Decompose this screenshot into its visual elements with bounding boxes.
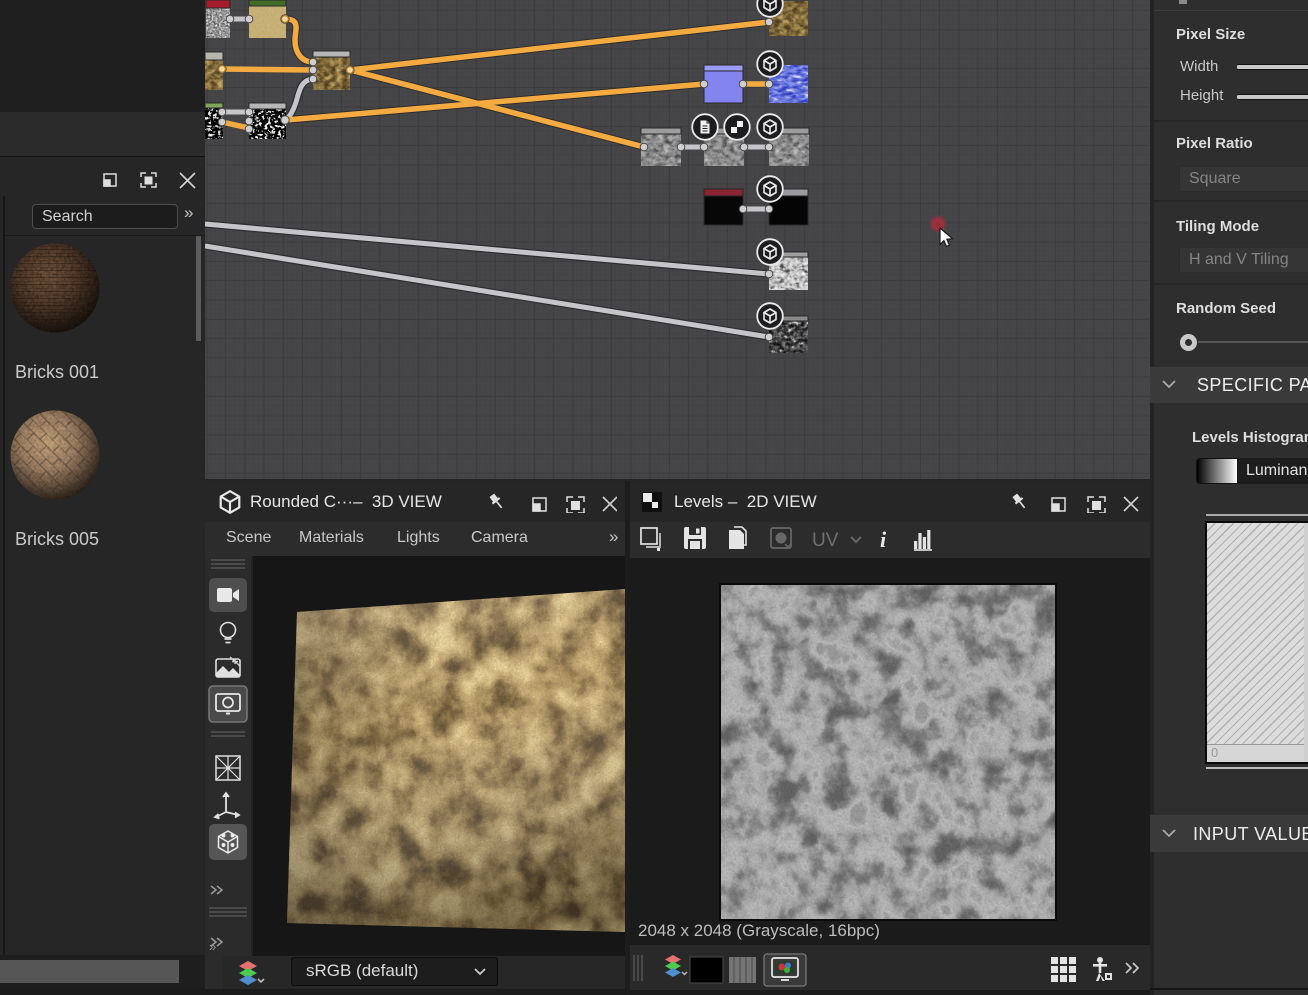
- svg-text:i: i: [880, 527, 887, 552]
- svg-text:UV: UV: [812, 530, 839, 551]
